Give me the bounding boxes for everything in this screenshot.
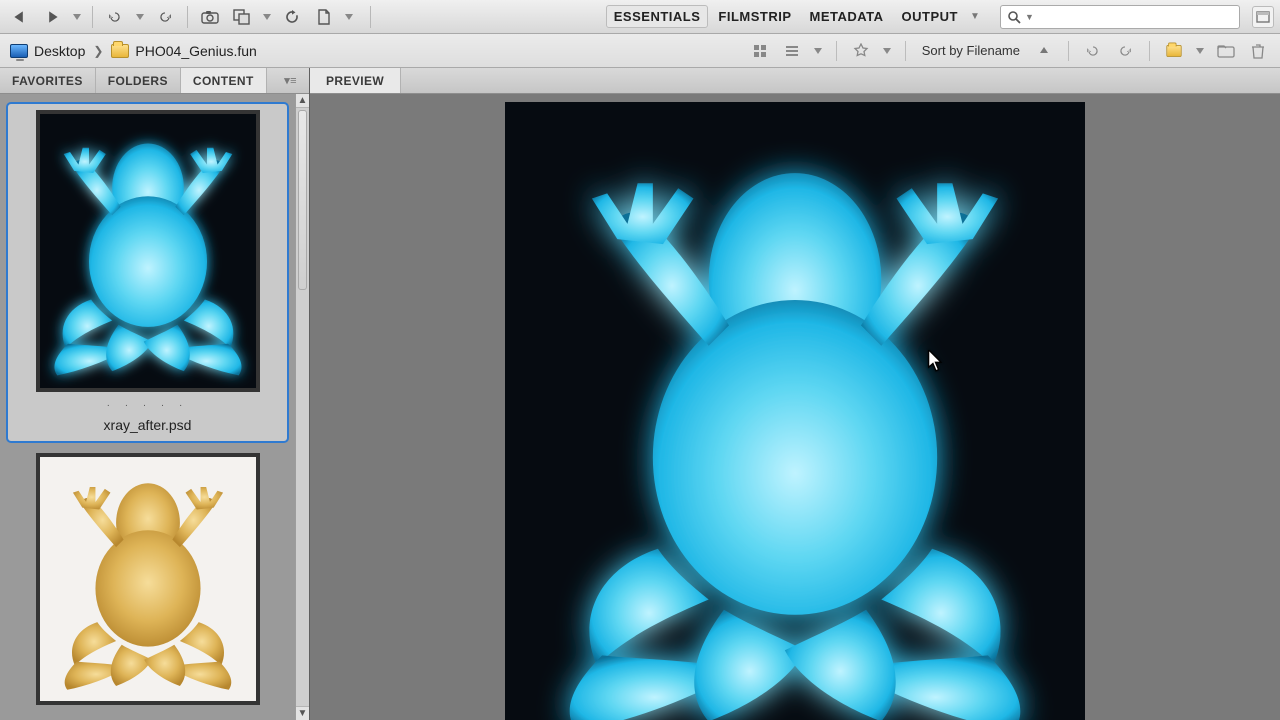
new-file-icon[interactable] bbox=[310, 4, 338, 30]
compact-mode-button[interactable] bbox=[1252, 6, 1274, 28]
scroll-up-icon[interactable]: ▲ bbox=[296, 94, 309, 108]
tab-favorites[interactable]: FAVORITES bbox=[0, 68, 96, 93]
app-root: ESSENTIALS FILMSTRIP METADATA OUTPUT ▼ ▼… bbox=[0, 0, 1280, 720]
separator bbox=[187, 6, 188, 28]
left-panel-tabs: FAVORITES FOLDERS CONTENT ▾≡ bbox=[0, 68, 309, 94]
sort-direction-button[interactable] bbox=[1032, 40, 1056, 62]
gold-frog-icon bbox=[40, 457, 256, 701]
workspace-body: FAVORITES FOLDERS CONTENT ▾≡ · · · · · bbox=[0, 68, 1280, 720]
xray-frog-large-icon bbox=[505, 102, 1085, 720]
details-view-button[interactable] bbox=[780, 40, 804, 62]
tab-preview[interactable]: PREVIEW bbox=[310, 68, 401, 93]
breadcrumb-root-label: Desktop bbox=[34, 43, 85, 59]
separator bbox=[1068, 41, 1069, 61]
separator bbox=[1149, 41, 1150, 61]
new-folder-button[interactable] bbox=[1214, 40, 1238, 62]
desktop-icon bbox=[10, 44, 28, 58]
workspace-switcher: ESSENTIALS FILMSTRIP METADATA OUTPUT ▼ bbox=[606, 5, 982, 28]
breadcrumb-folder-label: PHO04_Genius.fun bbox=[135, 43, 256, 59]
rating-dots[interactable]: · · · · · bbox=[107, 400, 189, 411]
nav-history-dropdown[interactable] bbox=[70, 4, 84, 30]
preview-canvas[interactable] bbox=[310, 94, 1280, 720]
search-field[interactable]: ▼ bbox=[1000, 5, 1240, 29]
preview-panel-tabs: PREVIEW bbox=[310, 68, 1280, 94]
tab-folders[interactable]: FOLDERS bbox=[96, 68, 181, 93]
preview-panel: PREVIEW bbox=[310, 68, 1280, 720]
workspace-more-dropdown[interactable]: ▼ bbox=[968, 11, 982, 22]
get-photos-icon[interactable] bbox=[196, 4, 224, 30]
filter-dropdown[interactable] bbox=[881, 40, 893, 62]
content-thumbnails: · · · · · xray_after.psd ▲ bbox=[0, 94, 309, 720]
rotate-ccw-button[interactable] bbox=[1081, 40, 1105, 62]
content-panel: FAVORITES FOLDERS CONTENT ▾≡ · · · · · bbox=[0, 68, 310, 720]
redo-icon[interactable] bbox=[151, 4, 179, 30]
breadcrumb-separator-icon: ❯ bbox=[91, 44, 105, 58]
panel-menu-icon[interactable]: ▾≡ bbox=[272, 68, 309, 93]
sort-label[interactable]: Sort by Filename bbox=[922, 43, 1020, 58]
folder-icon bbox=[111, 44, 129, 58]
trash-button[interactable] bbox=[1246, 40, 1270, 62]
thumbnail-image bbox=[36, 453, 260, 705]
rotate-cw-button[interactable] bbox=[1113, 40, 1137, 62]
breadcrumb-root[interactable]: Desktop bbox=[10, 43, 85, 59]
undo-history-dropdown[interactable] bbox=[133, 4, 147, 30]
batch-rename-icon[interactable] bbox=[228, 4, 256, 30]
thumbnail-filename: xray_after.psd bbox=[104, 417, 192, 433]
scroll-thumb[interactable] bbox=[298, 110, 307, 290]
undo-icon[interactable] bbox=[101, 4, 129, 30]
view-options: Sort by Filename bbox=[748, 40, 1270, 62]
scrollbar[interactable]: ▲ ▼ bbox=[295, 94, 309, 720]
scroll-down-icon[interactable]: ▼ bbox=[296, 706, 309, 720]
search-input[interactable] bbox=[1038, 10, 1233, 24]
open-recent-button[interactable] bbox=[1162, 40, 1186, 62]
nav-forward-button[interactable] bbox=[38, 4, 66, 30]
search-options-caret[interactable]: ▼ bbox=[1025, 12, 1034, 22]
thumbnail-grid-view-button[interactable] bbox=[748, 40, 772, 62]
nav-back-button[interactable] bbox=[6, 4, 34, 30]
breadcrumb-folder[interactable]: PHO04_Genius.fun bbox=[111, 43, 256, 59]
workspace-metadata[interactable]: METADATA bbox=[802, 5, 892, 28]
view-dropdown[interactable] bbox=[812, 40, 824, 62]
main-toolbar: ESSENTIALS FILMSTRIP METADATA OUTPUT ▼ ▼ bbox=[0, 0, 1280, 34]
path-bar: Desktop ❯ PHO04_Genius.fun Sort by Filen… bbox=[0, 34, 1280, 68]
separator bbox=[370, 6, 371, 28]
thumbnail-image bbox=[36, 110, 260, 392]
open-recent-dropdown[interactable] bbox=[1194, 40, 1206, 62]
xray-frog-icon bbox=[40, 114, 256, 388]
batch-dropdown[interactable] bbox=[260, 4, 274, 30]
search-icon bbox=[1007, 10, 1021, 24]
separator bbox=[92, 6, 93, 28]
workspace-filmstrip[interactable]: FILMSTRIP bbox=[710, 5, 799, 28]
separator bbox=[836, 41, 837, 61]
refresh-icon[interactable] bbox=[278, 4, 306, 30]
preview-image bbox=[505, 102, 1085, 720]
tab-content[interactable]: CONTENT bbox=[181, 68, 267, 93]
filter-rating-button[interactable] bbox=[849, 40, 873, 62]
workspace-essentials[interactable]: ESSENTIALS bbox=[606, 5, 709, 28]
thumbnail-item[interactable]: · · · · · xray_after.psd bbox=[6, 102, 289, 443]
separator bbox=[905, 41, 906, 61]
new-file-dropdown[interactable] bbox=[342, 4, 356, 30]
thumbnail-item[interactable] bbox=[6, 453, 289, 705]
workspace-output[interactable]: OUTPUT bbox=[894, 5, 966, 28]
